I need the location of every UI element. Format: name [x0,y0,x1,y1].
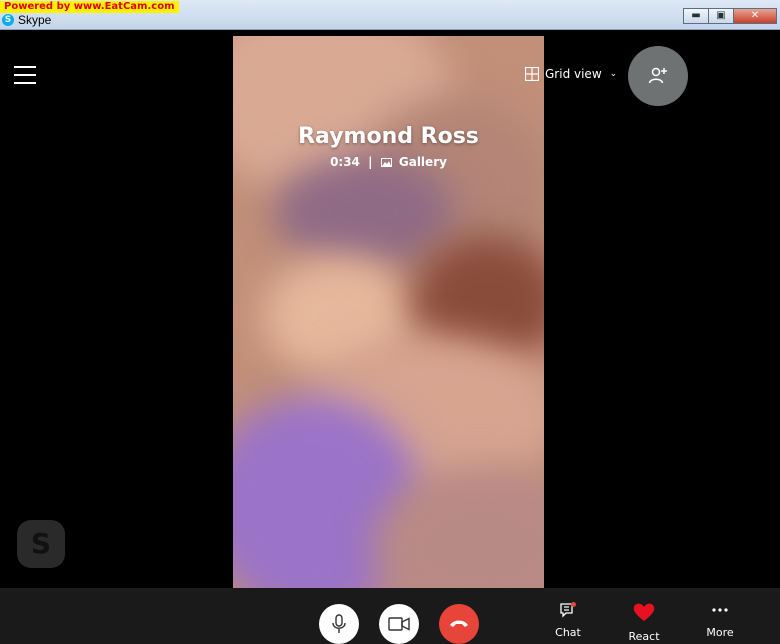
view-mode-label: Gallery [398,155,447,169]
more-icon [712,608,728,612]
call-status: 0:34 | Gallery [233,155,544,169]
react-label: React [628,630,660,643]
react-button[interactable]: React [619,602,669,643]
video-camera-icon [388,617,410,631]
window-titlebar: Powered by www.EatCam.com S Skype ▬ ▣ ✕ [0,0,780,30]
video-toggle-button[interactable] [379,604,419,644]
window-title: Skype [18,13,52,27]
caller-name: Raymond Ross [298,124,479,149]
skype-logo: S [17,520,65,568]
add-participant-button[interactable] [628,46,688,106]
minimize-button[interactable]: ▬ [683,8,709,24]
chevron-down-icon: ⌄ [609,69,618,79]
status-separator: | [368,155,373,169]
more-label: More [706,626,734,639]
chat-label: Chat [555,626,581,639]
heart-icon [633,603,655,621]
hamburger-menu-icon[interactable] [14,66,36,84]
add-person-icon [648,67,667,84]
maximize-button[interactable]: ▣ [708,8,734,24]
window-controls: ▬ ▣ ✕ [683,8,777,24]
microphone-icon [332,614,346,633]
call-stage: Raymond Ross 0:34 | Gallery Grid view ⌄ … [0,30,780,588]
hang-up-button[interactable] [439,604,479,644]
skype-app-icon: S [2,14,14,26]
close-button[interactable]: ✕ [733,8,777,24]
chat-icon [560,602,576,618]
call-controls-bar: Chat React More [0,588,780,644]
call-duration: 0:34 [330,155,360,169]
chat-button[interactable]: Chat [543,602,593,639]
grid-icon [525,67,539,81]
mute-button[interactable] [319,604,359,644]
more-button[interactable]: More [695,602,745,639]
watermark-banner: Powered by www.EatCam.com [0,1,179,13]
grid-view-button[interactable]: Grid view ⌄ [525,67,617,81]
grid-view-label: Grid view [545,67,602,81]
hang-up-icon [450,620,468,627]
remote-video-feed [233,36,544,588]
gallery-icon [380,158,392,167]
